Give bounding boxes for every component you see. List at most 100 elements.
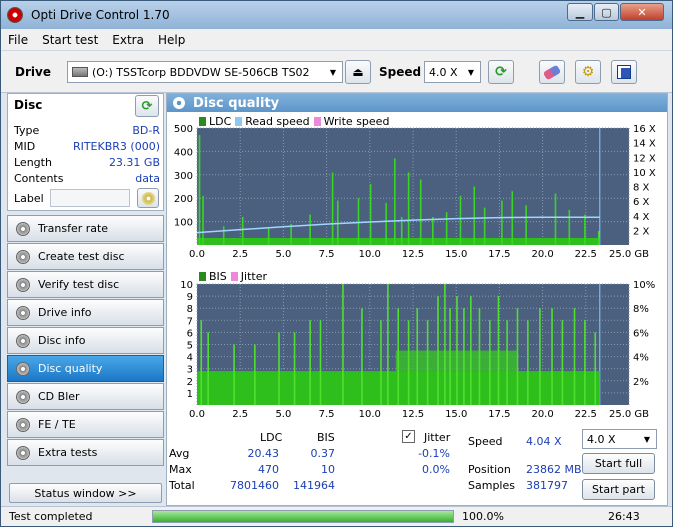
ldc-bar <box>525 205 527 245</box>
stats-avg-bis: 0.37 <box>310 447 336 460</box>
y-tick-label: 6 <box>187 328 193 339</box>
bis-bar <box>573 308 576 405</box>
status-text: Test completed <box>9 510 93 523</box>
nav-label: Create test disc <box>38 250 125 263</box>
test-speed-select[interactable]: 4.0 X ▼ <box>582 429 657 449</box>
stats-total-label: Total <box>169 479 195 492</box>
maximize-button[interactable]: ▢ <box>594 3 619 21</box>
menu-file[interactable]: File <box>1 33 35 47</box>
bis-bar <box>444 284 446 405</box>
ldc-bar <box>459 195 462 245</box>
y-tick-label: 4 <box>187 353 193 364</box>
save-button[interactable] <box>611 60 637 84</box>
position-value: 23862 MB <box>526 463 582 476</box>
settings-button[interactable]: ⚙ <box>575 60 601 84</box>
nav-label: Drive info <box>38 306 92 319</box>
ldc-chart: 0.0 2.5 5.0 7.5 10.0 12.5 15.0 17.5 20.0 22.5 25.0… <box>174 124 656 259</box>
minimize-button[interactable]: ▁ <box>567 3 593 21</box>
start-full-button[interactable]: Start full <box>582 453 655 474</box>
y2-tick-label: 4 X <box>633 212 650 223</box>
stats-max-label: Max <box>169 463 192 476</box>
jitter-checkbox[interactable]: ✓ <box>402 430 415 443</box>
nav-create-test-disc[interactable]: Create test disc <box>7 243 164 270</box>
y-tick-label: 2 <box>187 377 193 388</box>
ldc-bar <box>432 216 434 245</box>
ldc-bar <box>445 212 448 245</box>
menu-start-test[interactable]: Start test <box>35 33 105 47</box>
speed-select[interactable]: 4.0 X ▼ <box>424 61 481 83</box>
close-button[interactable]: ✕ <box>620 3 664 21</box>
fe-te-icon <box>16 417 30 432</box>
ldc-bar <box>597 230 600 245</box>
y2-tick-label: 10 X <box>633 168 656 179</box>
position-label: Position <box>468 463 511 476</box>
menu-extra[interactable]: Extra <box>105 33 151 47</box>
bis-bar <box>584 320 586 405</box>
y2-tick-label: 16 X <box>633 124 656 135</box>
bis-bar <box>516 308 519 405</box>
stats-max-bis: 10 <box>321 463 335 476</box>
samples-value: 381797 <box>526 479 568 492</box>
x-tick-label: 2.5 <box>232 249 248 259</box>
x-tick-label: 7.5 <box>319 409 335 420</box>
x-tick-label: 15.0 <box>445 249 467 259</box>
eject-button[interactable]: ⏏ <box>345 60 371 84</box>
x-tick-label: 25.0 GB <box>609 409 649 420</box>
nav-drive-info[interactable]: Drive info <box>7 299 164 326</box>
ldc-bar <box>267 228 270 245</box>
nav-label: Disc quality <box>38 362 103 375</box>
start-part-button[interactable]: Start part <box>582 479 655 500</box>
x-tick-label: 15.0 <box>445 409 467 420</box>
erase-button[interactable] <box>539 60 565 84</box>
nav-fe-te[interactable]: FE / TE <box>7 411 164 438</box>
extra-tests-icon <box>16 445 30 460</box>
x-tick-label: 25.0 GB <box>609 249 649 259</box>
verify-disc-icon <box>16 277 30 292</box>
x-tick-label: 2.5 <box>232 409 248 420</box>
y2-tick-label: 8 X <box>633 183 650 194</box>
app-disc-icon <box>7 7 23 23</box>
ldc-bar <box>369 184 372 245</box>
ldc-bar <box>501 200 503 245</box>
bis-bar <box>456 296 458 405</box>
chevron-down-icon: ▼ <box>643 434 651 444</box>
status-window-button[interactable]: Status window >> <box>9 483 162 503</box>
x-tick-label: 0.0 <box>189 249 205 259</box>
refresh-speed-button[interactable]: ⟳ <box>488 60 514 84</box>
disc-label-input[interactable] <box>50 189 130 207</box>
left-panel: Disc ⟳ Type BD-R MID RITEKBR3 (000) Length… <box>7 93 164 506</box>
nav-disc-quality[interactable]: Disc quality <box>7 355 164 382</box>
refresh-icon: ⟳ <box>141 98 153 114</box>
y2-tick-label: 2 X <box>633 226 650 237</box>
disc-quality-panel: Disc quality LDC Read speed Write speed … <box>166 93 668 506</box>
app-window: Opti Drive Control 1.70 ▁ ▢ ✕ File Start… <box>0 0 673 527</box>
disc-label-button[interactable] <box>137 188 159 208</box>
nav-transfer-rate[interactable]: Transfer rate <box>7 215 164 242</box>
nav-verify-test-disc[interactable]: Verify test disc <box>7 271 164 298</box>
x-tick-label: 22.5 <box>575 249 597 259</box>
x-tick-label: 12.5 <box>402 249 424 259</box>
nav-label: Extra tests <box>38 446 98 459</box>
menu-help[interactable]: Help <box>151 33 192 47</box>
bis-bar <box>309 320 311 405</box>
y-tick-label: 1 <box>187 389 193 400</box>
bis-bar <box>539 308 541 405</box>
ldc-bar <box>336 200 339 245</box>
nav-disc-info[interactable]: Disc info <box>7 327 164 354</box>
bis-bar <box>506 320 508 405</box>
y2-tick-label: 4% <box>633 353 649 364</box>
nav-cd-bler[interactable]: CD Bler <box>7 383 164 410</box>
disc-header: Disc <box>14 98 43 112</box>
save-icon <box>617 65 631 79</box>
x-tick-label: 22.5 <box>575 409 597 420</box>
drive-select[interactable]: (O:) TSSTcorp BDDVDW SE-506CB TS02 ▼ <box>67 61 343 83</box>
ldc-bar <box>198 135 201 245</box>
speed-select-value: 4.0 X <box>429 65 458 79</box>
stats-avg-jitter: -0.1% <box>418 447 450 460</box>
nav-extra-tests[interactable]: Extra tests <box>7 439 164 466</box>
stats-avg-ldc: 20.43 <box>247 447 280 460</box>
drive-icon <box>72 67 88 77</box>
ldc-bar <box>483 207 486 245</box>
disc-refresh-button[interactable]: ⟳ <box>135 95 159 117</box>
y-tick-label: 100 <box>174 218 193 229</box>
